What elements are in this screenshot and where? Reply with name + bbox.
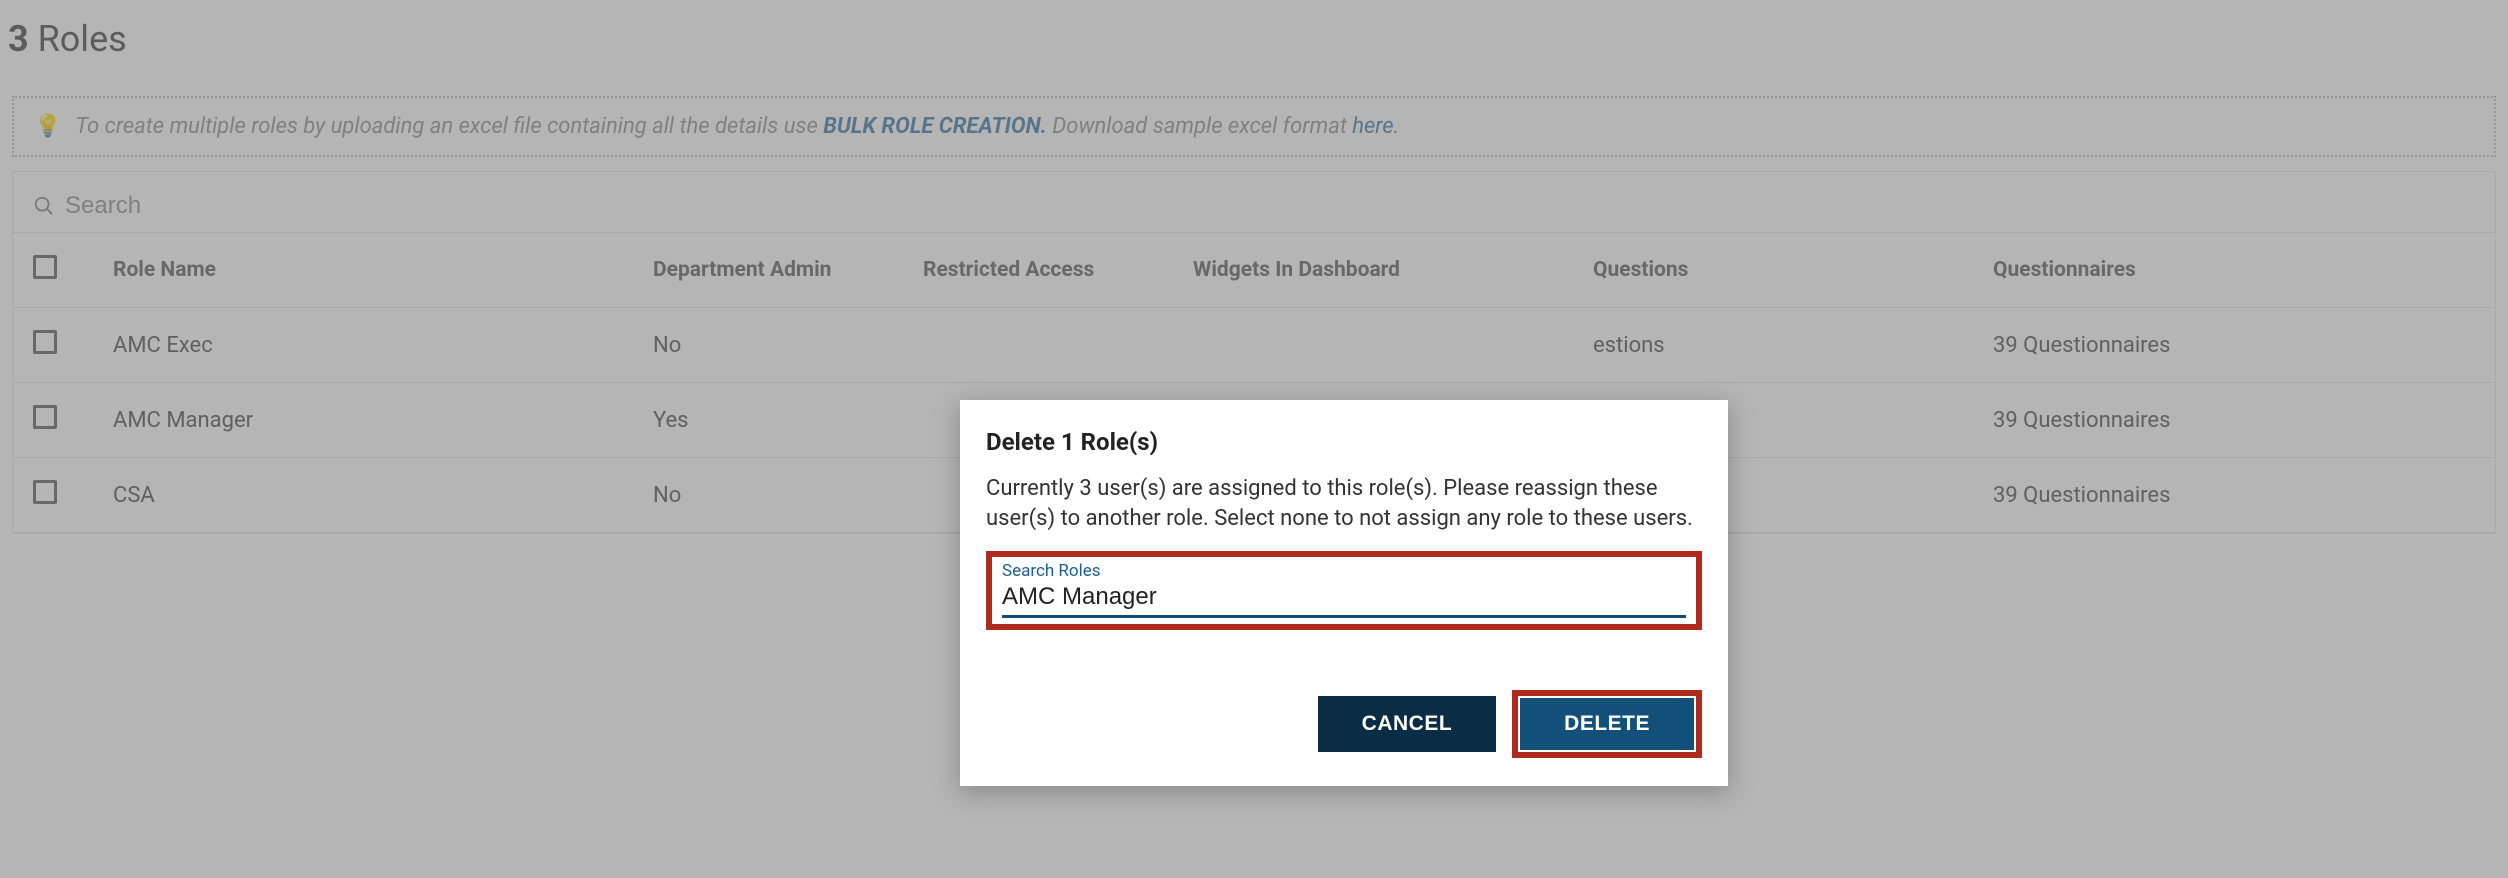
delete-button-highlight: DELETE — [1512, 690, 1702, 758]
modal-actions: CANCEL DELETE — [986, 690, 1702, 758]
search-roles-field[interactable]: Search Roles — [1002, 561, 1686, 618]
modal-overlay[interactable]: Delete 1 Role(s) Currently 3 user(s) are… — [0, 0, 2508, 878]
delete-role-modal: Delete 1 Role(s) Currently 3 user(s) are… — [960, 400, 1728, 786]
search-roles-input[interactable] — [1002, 581, 1686, 613]
search-roles-field-highlight: Search Roles — [986, 551, 1702, 630]
search-roles-label: Search Roles — [1002, 561, 1686, 581]
cancel-button[interactable]: CANCEL — [1318, 696, 1497, 752]
modal-title: Delete 1 Role(s) — [986, 428, 1702, 456]
delete-button[interactable]: DELETE — [1520, 698, 1694, 750]
modal-description: Currently 3 user(s) are assigned to this… — [986, 474, 1702, 533]
